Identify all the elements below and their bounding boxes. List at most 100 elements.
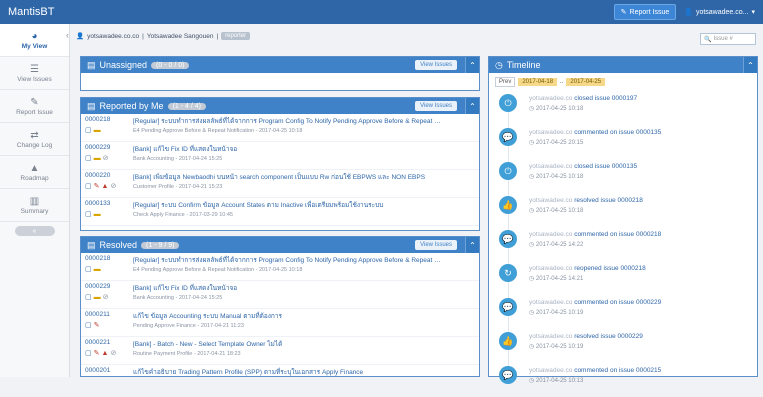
issue-id-link[interactable]: 0000229 xyxy=(85,144,110,151)
view-issues-button[interactable]: View Issues xyxy=(415,60,457,70)
clock-icon: ◷ xyxy=(529,174,535,180)
issue-id-link[interactable]: 0000229 xyxy=(85,283,110,290)
edit-icon[interactable]: ▢ xyxy=(85,154,92,162)
issue-meta: Routine Payment Profile - 2017-04-21 18:… xyxy=(133,351,241,357)
sidebar-item-view-issues[interactable]: ☰ View Issues xyxy=(0,57,69,90)
sidebar-item-report-issue[interactable]: ✎ Report Issue xyxy=(0,90,69,123)
timeline-user[interactable]: yotsawadee.co xyxy=(529,265,572,272)
chevron-left-icon[interactable]: ‹ xyxy=(66,30,69,40)
issue-id-link[interactable]: 0000220 xyxy=(85,172,110,179)
priority-icon: ▬ xyxy=(93,293,101,301)
issue-search-input[interactable]: 🔍 Issue # xyxy=(700,33,756,45)
issue-id-link[interactable]: 0000133 xyxy=(85,200,110,207)
user-icon: 👤 xyxy=(684,9,693,16)
count-badge: (1 - 4 / 4) xyxy=(167,102,206,110)
chevron-up-icon[interactable]: ⌃ xyxy=(465,57,479,73)
breadcrumb: 👤 yotsawadee.co.co | Yotsawadee Sangouen… xyxy=(76,32,251,40)
sidebar-item-label: Change Log xyxy=(16,141,53,149)
edit-icon[interactable]: ▢ xyxy=(85,210,92,218)
clock-icon: ◷ xyxy=(495,59,503,70)
timeline-time: 2017-04-25 14:22 xyxy=(535,242,584,248)
issue-summary-link[interactable]: [Bank] แก้ไข Fix ID ที่แสดงในหน้าจอ xyxy=(133,283,443,293)
issue-summary-link[interactable]: [Regular] ระบบทำการส่งผลลัพธ์ที่ได้จากกา… xyxy=(133,255,443,265)
timeline-box: ◷ Timeline ⌃ Prev 2017-04-18 .. 2017-04-… xyxy=(488,56,758,384)
issue-id-link[interactable]: 0000201 xyxy=(85,367,110,374)
timeline-action[interactable]: commented on issue 0000218 xyxy=(574,231,661,238)
issue-id-link[interactable]: 0000218 xyxy=(85,116,110,123)
timeline-action[interactable]: reopened issue 0000218 xyxy=(574,265,646,272)
priority-icon: ▬ xyxy=(93,210,101,218)
unassigned-box: ▤ Unassigned (0 - 0 / 0) View Issues ⌃ xyxy=(80,56,480,91)
issue-id-link[interactable]: 0000218 xyxy=(85,255,110,262)
dashboard-icon: ◕ xyxy=(31,30,38,42)
timeline-time: 2017-04-25 10:19 xyxy=(535,344,584,350)
date-from: 2017-04-18 xyxy=(518,78,558,86)
user-name: yotsawadee.co... xyxy=(695,8,749,16)
box-title[interactable]: Resolved xyxy=(100,240,138,250)
timeline-item: 💬 yotsawadee.co commented on issue 00001… xyxy=(489,125,757,159)
edit-icon[interactable]: ▢ xyxy=(85,321,92,329)
chevron-up-icon[interactable]: ⌃ xyxy=(743,57,757,73)
reported-header: ▤ Reported by Me (1 - 4 / 4) View Issues… xyxy=(81,98,479,114)
timeline-action[interactable]: commented on issue 0000229 xyxy=(574,299,661,306)
sidebar-collapse[interactable]: « xyxy=(0,222,69,236)
timeline-action[interactable]: resolved issue 0000229 xyxy=(574,333,643,340)
box-title[interactable]: Reported by Me xyxy=(100,101,164,111)
report-issue-label: Report Issue xyxy=(629,8,670,16)
timeline-user[interactable]: yotsawadee.co xyxy=(529,197,572,204)
sidebar-item-change-log[interactable]: ⇄ Change Log xyxy=(0,123,69,156)
timeline-action[interactable]: commented on issue 0000135 xyxy=(574,129,661,136)
issue-summary-link[interactable]: แก้ไขคำอธิบาย Trading Pattern Profile (S… xyxy=(133,367,443,377)
list-icon: ☰ xyxy=(30,63,39,75)
issue-id-link[interactable]: 0000221 xyxy=(85,339,110,346)
bar-chart-icon: ▥ xyxy=(29,195,40,207)
timeline-user[interactable]: yotsawadee.co xyxy=(529,299,572,306)
timeline-user[interactable]: yotsawadee.co xyxy=(529,231,572,238)
edit-icon[interactable]: ▢ xyxy=(85,126,92,134)
timeline-action[interactable]: closed issue 0000197 xyxy=(574,95,637,102)
table-row: 0000229 ▢ ▬ ⊘ [Bank] แก้ไข Fix ID ที่แสดงใ… xyxy=(81,142,479,170)
issue-summary-link[interactable]: [Bank] เพิ่มข้อมูล Newbaodhi บนหน้า sear… xyxy=(133,172,443,182)
issue-summary-link[interactable]: แก้ไข ข้อมูล Accounting ระบบ Manual ตามท… xyxy=(133,311,443,321)
chevron-up-icon[interactable]: ⌃ xyxy=(465,237,479,253)
breadcrumb-user[interactable]: yotsawadee.co.co xyxy=(87,33,139,40)
breadcrumb-sep: | xyxy=(216,32,219,40)
timeline-user[interactable]: yotsawadee.co xyxy=(529,333,572,340)
comment-icon: 💬 xyxy=(499,366,517,384)
edit-icon[interactable]: ▢ xyxy=(85,265,92,273)
box-title[interactable]: Unassigned xyxy=(100,60,148,70)
view-issues-button[interactable]: View Issues xyxy=(415,101,457,111)
timeline-action[interactable]: closed issue 0000135 xyxy=(574,163,637,170)
prev-button[interactable]: Prev xyxy=(495,77,516,87)
timeline-header: ◷ Timeline ⌃ xyxy=(489,57,757,73)
app-title[interactable]: MantisBT xyxy=(0,6,110,18)
timeline-user[interactable]: yotsawadee.co xyxy=(529,367,572,374)
timeline-user[interactable]: yotsawadee.co xyxy=(529,95,572,102)
report-issue-button[interactable]: ✎ Report Issue xyxy=(613,4,677,20)
timeline-item: 👍 yotsawadee.co resolved issue 0000218 ◷… xyxy=(489,193,757,227)
timeline-action[interactable]: resolved issue 0000218 xyxy=(574,197,643,204)
edit-icon[interactable]: ▢ xyxy=(85,293,92,301)
edit-icon[interactable]: ▢ xyxy=(85,182,92,190)
date-separator: .. xyxy=(560,79,564,85)
view-issues-button[interactable]: View Issues xyxy=(415,240,457,250)
refresh-icon: ↻ xyxy=(499,264,517,282)
chevron-up-icon[interactable]: ⌃ xyxy=(465,98,479,114)
sidebar-item-roadmap[interactable]: ▲ Roadmap xyxy=(0,156,69,189)
issue-summary-link[interactable]: [Bank] - Batch - New - Select Template O… xyxy=(133,339,443,349)
thumbs-up-icon: 👍 xyxy=(499,196,517,214)
user-menu[interactable]: 👤 yotsawadee.co... ▾ xyxy=(684,8,755,17)
sidebar-item-my-view[interactable]: ◕ My View xyxy=(0,24,69,57)
edit-icon[interactable]: ▢ xyxy=(85,349,92,357)
timeline-user[interactable]: yotsawadee.co xyxy=(529,129,572,136)
timeline-action[interactable]: commented on issue 0000215 xyxy=(574,367,661,374)
sidebar-item-summary[interactable]: ▥ Summary xyxy=(0,189,69,222)
issue-summary-link[interactable]: [Bank] แก้ไข Fix ID ที่แสดงในหน้าจอ xyxy=(133,144,443,154)
issue-summary-link[interactable]: [Regular] ระบบทำการส่งผลลัพธ์ที่ได้จากกา… xyxy=(133,116,443,126)
issue-id-link[interactable]: 0000211 xyxy=(85,311,110,318)
box-title[interactable]: Timeline xyxy=(507,60,541,70)
issue-meta: E4 Pending Approve Before & Repeat Notif… xyxy=(133,267,303,273)
timeline-user[interactable]: yotsawadee.co xyxy=(529,163,572,170)
table-row: 0000133 ▢ ▬ [Regular] ระบบ Confirm ข้อมูล… xyxy=(81,198,479,226)
issue-summary-link[interactable]: [Regular] ระบบ Confirm ข้อมูล Account St… xyxy=(133,200,443,210)
